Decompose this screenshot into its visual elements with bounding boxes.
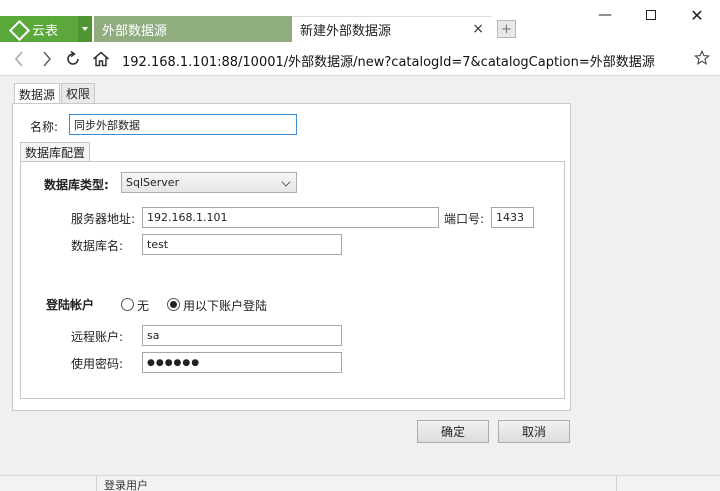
tab-permissions[interactable]: 权限	[61, 83, 96, 103]
app-logo-icon	[10, 21, 26, 37]
name-label: 名称:	[30, 120, 59, 134]
port-label: 端口号:	[444, 212, 485, 226]
status-divider	[616, 476, 617, 491]
server-address-label: 服务器地址:	[71, 212, 136, 226]
port-input[interactable]: 1433	[491, 207, 534, 228]
minimize-button[interactable]: —	[592, 6, 618, 24]
db-type-select[interactable]: SqlServer	[121, 172, 297, 193]
page-tabs: 数据源 权限	[14, 83, 96, 104]
tab-label: 外部数据源	[102, 23, 168, 39]
db-type-label: 数据库类型:	[44, 178, 109, 192]
page-content: 数据源 权限 名称: 同步外部数据 数据库配置 数据库类型: SqlServer…	[0, 77, 720, 475]
db-name-input[interactable]: test	[142, 234, 342, 255]
status-user: 登录用户	[104, 479, 148, 491]
app-menu-dropdown[interactable]	[78, 16, 92, 42]
bookmark-star-icon[interactable]	[694, 49, 710, 70]
forward-icon[interactable]	[38, 50, 56, 68]
tab-db-config[interactable]: 数据库配置	[20, 142, 91, 162]
ok-button[interactable]: 确定	[417, 420, 489, 443]
server-address-input[interactable]: 192.168.1.101	[142, 207, 439, 228]
password-label: 使用密码:	[71, 357, 124, 371]
app-menu-button[interactable]: 云表	[0, 16, 78, 42]
name-input[interactable]: 同步外部数据	[69, 114, 297, 135]
maximize-button[interactable]	[638, 6, 664, 24]
db-type-value: SqlServer	[126, 176, 180, 189]
remote-user-label: 远程账户:	[71, 330, 124, 344]
cancel-button[interactable]: 取消	[498, 420, 570, 443]
radio-no-login-label: 无	[137, 299, 150, 313]
back-icon[interactable]	[10, 50, 28, 68]
radio-no-login[interactable]	[121, 298, 134, 311]
tab-data-source[interactable]: 数据源	[14, 83, 61, 104]
status-bar: 登录用户	[0, 475, 720, 491]
tab-external-data-source[interactable]: 外部数据源	[94, 16, 292, 42]
maximize-icon	[646, 10, 656, 20]
address-bar-url[interactable]: 192.168.1.101:88/10001/外部数据源/new?catalog…	[122, 51, 655, 70]
radio-use-account-label: 用以下账户登陆	[183, 299, 268, 313]
data-source-panel: 名称: 同步外部数据 数据库配置 数据库类型: SqlServer 服务器地址:…	[12, 103, 571, 411]
remote-user-input[interactable]: sa	[142, 325, 342, 346]
db-name-label: 数据库名:	[71, 239, 124, 253]
navigation-bar: 192.168.1.101:88/10001/外部数据源/new?catalog…	[0, 42, 720, 76]
title-bar: 云表 外部数据源 新建外部数据源 × + — ✕	[0, 0, 720, 42]
login-account-label: 登陆帐户	[46, 298, 95, 312]
tab-label: 新建外部数据源	[300, 24, 392, 39]
password-input[interactable]: ●●●●●●	[142, 352, 342, 373]
status-divider	[96, 476, 97, 491]
home-icon[interactable]	[92, 50, 110, 68]
db-config-panel: 数据库类型: SqlServer 服务器地址: 192.168.1.101 端口…	[20, 161, 565, 399]
close-window-button[interactable]: ✕	[684, 6, 710, 25]
chevron-down-icon	[281, 177, 291, 187]
reload-icon[interactable]	[64, 50, 82, 68]
app-name: 云表	[32, 23, 59, 39]
close-tab-icon[interactable]: ×	[472, 21, 484, 37]
radio-use-account[interactable]	[167, 298, 180, 311]
tab-new-external-data-source[interactable]: 新建外部数据源 ×	[292, 16, 492, 42]
new-tab-button[interactable]: +	[497, 20, 516, 38]
